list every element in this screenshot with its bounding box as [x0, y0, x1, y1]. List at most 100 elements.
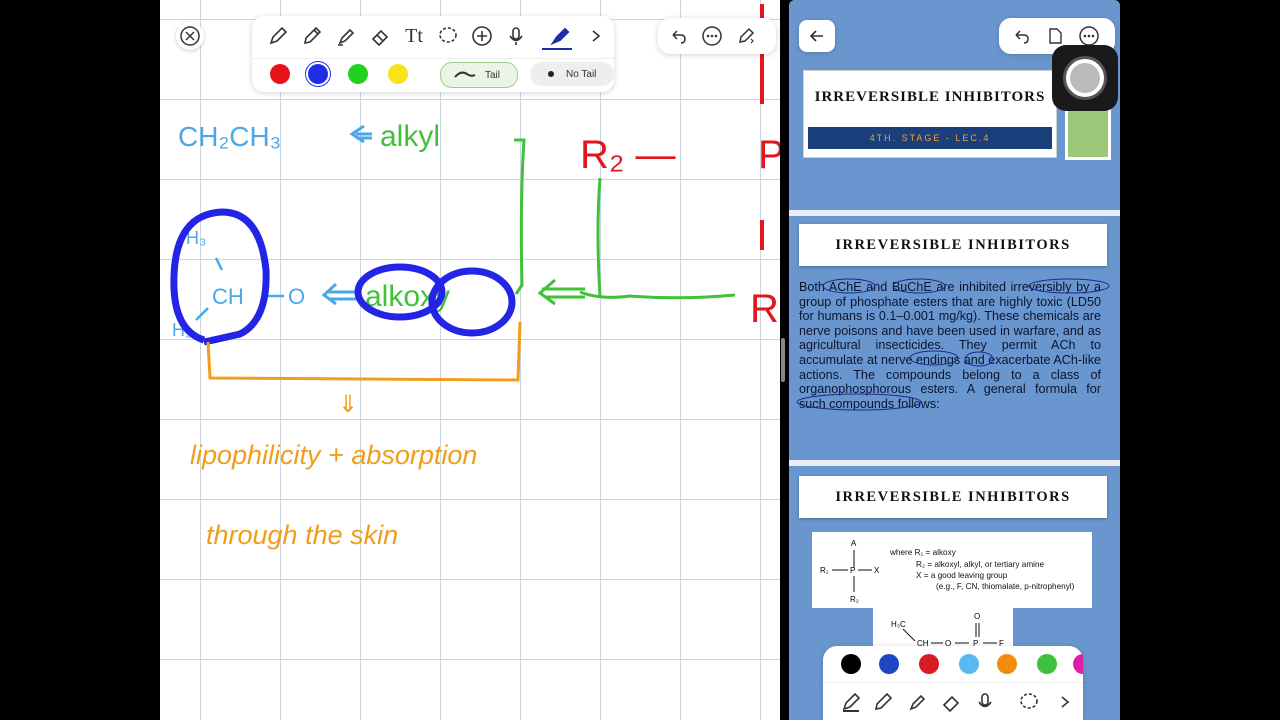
pencil-icon	[303, 26, 322, 45]
lasso-icon	[1020, 693, 1038, 709]
text-tool-icon: Tt	[405, 24, 423, 47]
handwriting-layer: CH₂CH₃ alkyl R₂ — P R H₃ CH H₃ O alkoxy …	[170, 4, 780, 550]
assistive-touch-button[interactable]	[1052, 45, 1118, 111]
pdf-pen-button[interactable]	[837, 688, 865, 716]
add-button[interactable]	[468, 22, 496, 50]
slide1-title: IRREVERSIBLE INHIBITORS	[814, 89, 1046, 105]
slide1-subtitle: 4TH. STAGE - LEC.4	[808, 127, 1052, 149]
assistive-touch-icon	[1066, 59, 1104, 97]
pdf-lasso-button[interactable]	[1015, 688, 1043, 716]
pen-tool-button[interactable]	[264, 22, 292, 50]
bond-bottom	[195, 307, 209, 321]
pdf-color-orange-swatch[interactable]	[997, 654, 1017, 674]
r2-text: R₂ —	[580, 133, 676, 177]
ch-text: CH	[212, 284, 244, 309]
document-edit-icon	[1049, 28, 1062, 44]
highlighter-icon	[338, 28, 355, 46]
pdf-pencil-button[interactable]	[869, 688, 897, 716]
split-view-divider-handle[interactable]	[781, 338, 785, 382]
color-red-swatch[interactable]	[270, 64, 290, 84]
highlighter-tool-button[interactable]	[332, 22, 360, 50]
microphone-icon	[509, 27, 523, 45]
eraser-icon	[942, 695, 960, 713]
pdf-drawing-toolbar	[823, 646, 1083, 720]
undo-icon	[672, 30, 686, 44]
pdf-more-tools-button[interactable]	[1051, 688, 1079, 716]
microphone-icon	[978, 693, 992, 708]
page-actions-toolbar	[658, 18, 776, 54]
eraser-tool-button[interactable]	[366, 22, 394, 50]
more-icon	[1079, 26, 1099, 46]
svg-text:X: X	[874, 566, 880, 575]
pencil-tool-button[interactable]	[298, 22, 326, 50]
text-tool-button[interactable]: Tt	[400, 22, 428, 50]
close-button[interactable]	[176, 22, 204, 50]
microphone-button[interactable]	[502, 22, 530, 50]
slide-2: IRREVERSIBLE INHIBITORS Both AChE and Bu…	[789, 216, 1120, 460]
svg-text:O: O	[974, 612, 980, 621]
pdf-eraser-button[interactable]	[937, 688, 965, 716]
tail-stroke-icon	[454, 71, 476, 78]
pdf-color-red-swatch[interactable]	[919, 654, 939, 674]
highlighter-icon	[909, 694, 926, 711]
pdf-undo-button[interactable]	[1007, 22, 1035, 50]
green-arrow	[537, 278, 585, 306]
edit-icon	[739, 27, 755, 44]
pdf-toolbar-divider	[823, 682, 1083, 683]
tail-label: Tail	[485, 69, 501, 81]
svg-text:H₃C: H₃C	[891, 620, 906, 629]
color-yellow-swatch[interactable]	[388, 64, 408, 84]
pdf-microphone-button[interactable]	[971, 688, 999, 716]
slide1-title-card: IRREVERSIBLE INHIBITORS 4TH. STAGE - LEC…	[803, 70, 1057, 158]
green-line-right	[579, 290, 736, 300]
more-options-button[interactable]	[698, 22, 726, 50]
alkyl-text: alkyl	[380, 120, 440, 153]
slide2-annotations	[796, 278, 1110, 411]
marker-selected-indicator	[542, 48, 572, 50]
formula-where-r1: where R₁ = alkoxy	[890, 548, 956, 557]
pdf-color-green-swatch[interactable]	[1037, 654, 1057, 674]
edit-page-button[interactable]	[732, 22, 760, 50]
pencil-icon	[874, 692, 893, 711]
lasso-tool-button[interactable]	[434, 22, 462, 50]
green-vertical	[596, 177, 602, 297]
pdf-color-magenta-swatch[interactable]	[1073, 654, 1083, 674]
pdf-color-black-swatch[interactable]	[841, 654, 861, 674]
o-text: O	[288, 284, 305, 309]
formula-r2-def: R₂ = alkoxyl, alkyl, or tertiary amine	[916, 560, 1045, 569]
marker-tool-button[interactable]	[546, 22, 574, 50]
pen-icon	[269, 26, 288, 45]
pdf-color-blue-swatch[interactable]	[879, 654, 899, 674]
pdf-color-lightblue-swatch[interactable]	[959, 654, 979, 674]
pdf-highlighter-button[interactable]	[903, 688, 931, 716]
p-text: P	[758, 133, 780, 177]
color-blue-swatch[interactable]	[308, 64, 328, 84]
notail-dot-icon	[548, 71, 554, 77]
bond-top	[214, 257, 224, 271]
undo-button[interactable]	[664, 22, 692, 50]
color-green-swatch[interactable]	[348, 64, 368, 84]
general-formula-figure: A R₁ P X R₂ where R₁ = alkoxy R₂ = alkox…	[812, 532, 1092, 608]
formula-x-def: X = a good leaving group	[916, 571, 1008, 580]
tail-option-button[interactable]: Tail	[440, 62, 518, 88]
more-tools-button[interactable]	[582, 22, 610, 50]
drawing-toolbar: Tt Tail No Tail	[252, 16, 614, 92]
pen-icon	[842, 692, 861, 712]
notail-label: No Tail	[566, 68, 597, 80]
svg-text:P: P	[850, 566, 855, 575]
green-bracket	[514, 138, 526, 295]
svg-text:R₂: R₂	[850, 595, 859, 604]
notail-option-button[interactable]: No Tail	[530, 62, 614, 86]
lasso-icon	[439, 27, 457, 43]
more-icon	[702, 26, 722, 46]
svg-text:A: A	[851, 539, 857, 548]
line2-text: through the skin	[206, 520, 398, 550]
chevron-right-icon	[592, 30, 601, 42]
svg-text:R₁: R₁	[820, 566, 829, 575]
toolbar-divider	[252, 58, 614, 59]
back-arrow-icon	[809, 30, 823, 42]
chevron-right-icon	[1061, 696, 1070, 708]
phosphate-structure-diagram: A R₁ P X R₂	[820, 539, 880, 604]
back-button[interactable]	[799, 20, 835, 52]
note-canvas[interactable]: CH₂CH₃ alkyl R₂ — P R H₃ CH H₃ O alkoxy …	[160, 0, 780, 720]
